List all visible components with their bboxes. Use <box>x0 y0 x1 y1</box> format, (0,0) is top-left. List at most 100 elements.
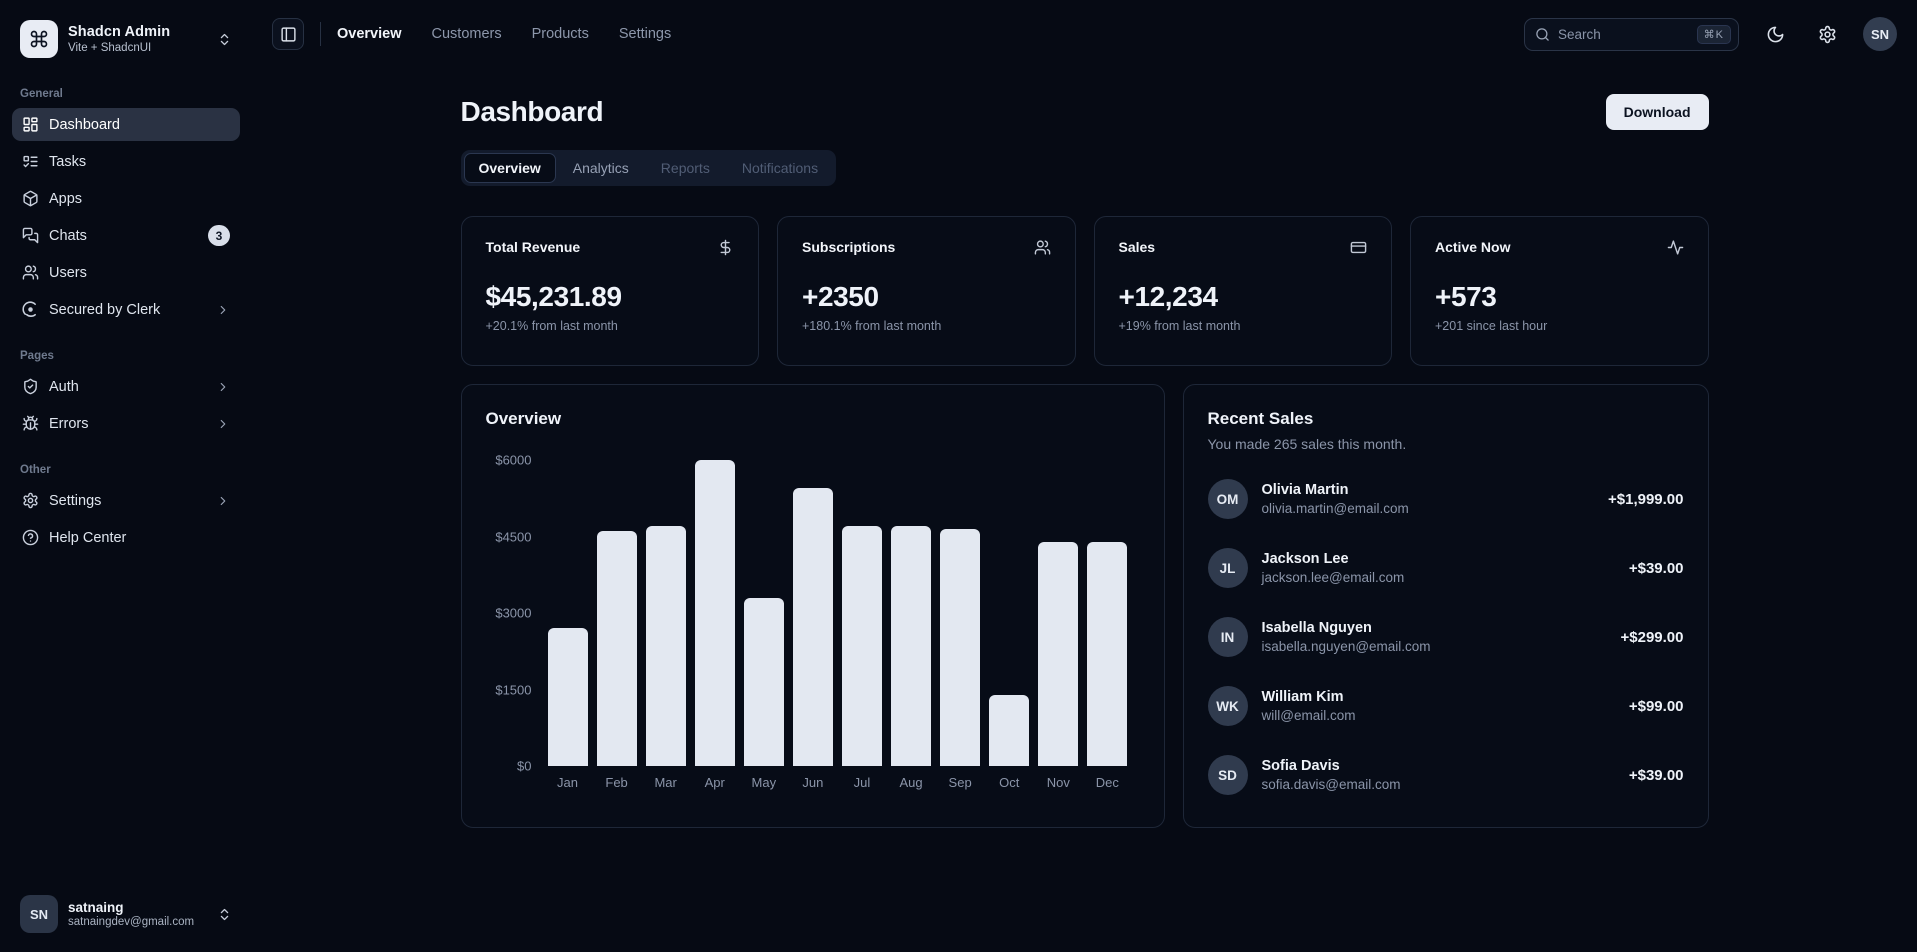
stat-value: +12,234 <box>1119 281 1368 313</box>
topbar-avatar[interactable]: SN <box>1863 17 1897 51</box>
sidebar-user-menu[interactable]: SN satnaing satnaingdev@gmail.com <box>12 888 240 940</box>
dollar-sign-icon <box>717 239 734 256</box>
topnav-overview[interactable]: Overview <box>337 26 402 42</box>
sidebar-item-auth[interactable]: Auth <box>12 370 240 403</box>
sidebar-item-apps[interactable]: Apps <box>12 182 240 215</box>
chart-title: Overview <box>486 409 1140 429</box>
customer-email: olivia.martin@email.com <box>1262 501 1595 516</box>
topnav-products[interactable]: Products <box>532 26 589 42</box>
bar-aug: Aug <box>891 460 931 766</box>
stat-value: $45,231.89 <box>486 281 735 313</box>
customer-name: William Kim <box>1262 689 1615 705</box>
chevron-right-icon <box>216 417 230 431</box>
x-tick-label: Nov <box>1047 775 1070 790</box>
chevrons-up-down-icon <box>217 907 232 922</box>
stat-change: +20.1% from last month <box>486 319 735 333</box>
x-tick-label: Feb <box>605 775 627 790</box>
stat-card-subscriptions: Subscriptions +2350 +180.1% from last mo… <box>777 216 1076 366</box>
x-tick-label: Apr <box>705 775 725 790</box>
x-tick-label: Jul <box>854 775 871 790</box>
team-switcher[interactable]: Shadcn Admin Vite + ShadcnUI <box>12 12 240 66</box>
dashboard-tabs: Overview Analytics Reports Notifications <box>461 150 837 186</box>
activity-icon <box>1667 239 1684 256</box>
overview-chart-card: Overview $6000 $4500 $3000 $1500 $0 JanF… <box>461 384 1165 828</box>
tab-analytics[interactable]: Analytics <box>558 153 644 183</box>
theme-toggle-button[interactable] <box>1759 18 1791 50</box>
customer-email: will@email.com <box>1262 708 1615 723</box>
users-icon <box>22 264 39 281</box>
sidebar-section-other: Other <box>20 464 232 476</box>
user-email: satnaingdev@gmail.com <box>68 916 207 928</box>
download-button[interactable]: Download <box>1606 94 1709 130</box>
tab-overview[interactable]: Overview <box>464 153 556 183</box>
search-shortcut-kbd: ⌘K <box>1697 25 1731 44</box>
sidebar-item-tasks[interactable]: Tasks <box>12 145 240 178</box>
app-tagline: Vite + ShadcnUI <box>68 42 207 54</box>
chevrons-up-down-icon <box>217 32 232 47</box>
stat-card-total-revenue: Total Revenue $45,231.89 +20.1% from las… <box>461 216 760 366</box>
topbar-divider <box>320 22 321 46</box>
users-icon <box>1034 239 1051 256</box>
bar-oct: Oct <box>989 460 1029 766</box>
topnav-settings[interactable]: Settings <box>619 26 671 42</box>
bar-chart: $6000 $4500 $3000 $1500 $0 JanFebMarAprM… <box>486 460 1140 766</box>
x-tick-label: Dec <box>1096 775 1119 790</box>
chart-y-axis: $6000 $4500 $3000 $1500 $0 <box>486 460 548 766</box>
topnav-customers[interactable]: Customers <box>432 26 502 42</box>
avatar: IN <box>1208 617 1248 657</box>
x-tick-label: Sep <box>949 775 972 790</box>
sidebar-item-users[interactable]: Users <box>12 256 240 289</box>
app-name: Shadcn Admin <box>68 24 207 40</box>
bar-jul: Jul <box>842 460 882 766</box>
gear-icon <box>22 492 39 509</box>
sale-amount: +$39.00 <box>1629 560 1684 577</box>
search-input[interactable] <box>1558 27 1689 42</box>
bar-nov: Nov <box>1038 460 1078 766</box>
sale-amount: +$1,999.00 <box>1608 491 1684 508</box>
customer-name: Olivia Martin <box>1262 482 1595 498</box>
avatar: SD <box>1208 755 1248 795</box>
sidebar-toggle-button[interactable] <box>272 18 304 50</box>
sidebar-item-help-center[interactable]: Help Center <box>12 521 240 554</box>
credit-card-icon <box>1350 239 1367 256</box>
sale-row: SD Sofia Davis sofia.davis@email.com +$3… <box>1208 755 1684 795</box>
sale-amount: +$39.00 <box>1629 767 1684 784</box>
chevron-right-icon <box>216 303 230 317</box>
stat-card-sales: Sales +12,234 +19% from last month <box>1094 216 1393 366</box>
bar-mar: Mar <box>646 460 686 766</box>
recent-sales-subtitle: You made 265 sales this month. <box>1208 436 1684 452</box>
app-logo <box>20 20 58 58</box>
recent-sales-title: Recent Sales <box>1208 409 1684 429</box>
sale-amount: +$299.00 <box>1621 629 1684 646</box>
stat-change: +180.1% from last month <box>802 319 1051 333</box>
sidebar-section-pages: Pages <box>20 350 232 362</box>
user-name: satnaing <box>68 900 207 915</box>
settings-button[interactable] <box>1811 18 1843 50</box>
shield-check-icon <box>22 378 39 395</box>
search-box[interactable]: ⌘K <box>1524 18 1739 51</box>
customer-name: Sofia Davis <box>1262 758 1615 774</box>
chats-count-badge: 3 <box>208 225 230 246</box>
package-icon <box>22 190 39 207</box>
chevron-right-icon <box>216 494 230 508</box>
tab-notifications: Notifications <box>727 153 833 183</box>
messages-icon <box>22 227 39 244</box>
sidebar: Shadcn Admin Vite + ShadcnUI General Das… <box>0 0 252 952</box>
tab-reports: Reports <box>646 153 725 183</box>
panel-left-icon <box>280 26 297 43</box>
sidebar-item-chats[interactable]: Chats 3 <box>12 219 240 252</box>
sidebar-item-errors[interactable]: Errors <box>12 407 240 440</box>
bar-jun: Jun <box>793 460 833 766</box>
sale-amount: +$99.00 <box>1629 698 1684 715</box>
bar-feb: Feb <box>597 460 637 766</box>
stat-change: +19% from last month <box>1119 319 1368 333</box>
bar-dec: Dec <box>1087 460 1127 766</box>
sidebar-item-clerk[interactable]: Secured by Clerk <box>12 293 240 326</box>
sidebar-item-settings[interactable]: Settings <box>12 484 240 517</box>
customer-name: Jackson Lee <box>1262 551 1615 567</box>
page-title: Dashboard <box>461 96 604 128</box>
sale-row: JL Jackson Lee jackson.lee@email.com +$3… <box>1208 548 1684 588</box>
sidebar-item-dashboard[interactable]: Dashboard <box>12 108 240 141</box>
stat-card-active-now: Active Now +573 +201 since last hour <box>1410 216 1709 366</box>
bar-jan: Jan <box>548 460 588 766</box>
